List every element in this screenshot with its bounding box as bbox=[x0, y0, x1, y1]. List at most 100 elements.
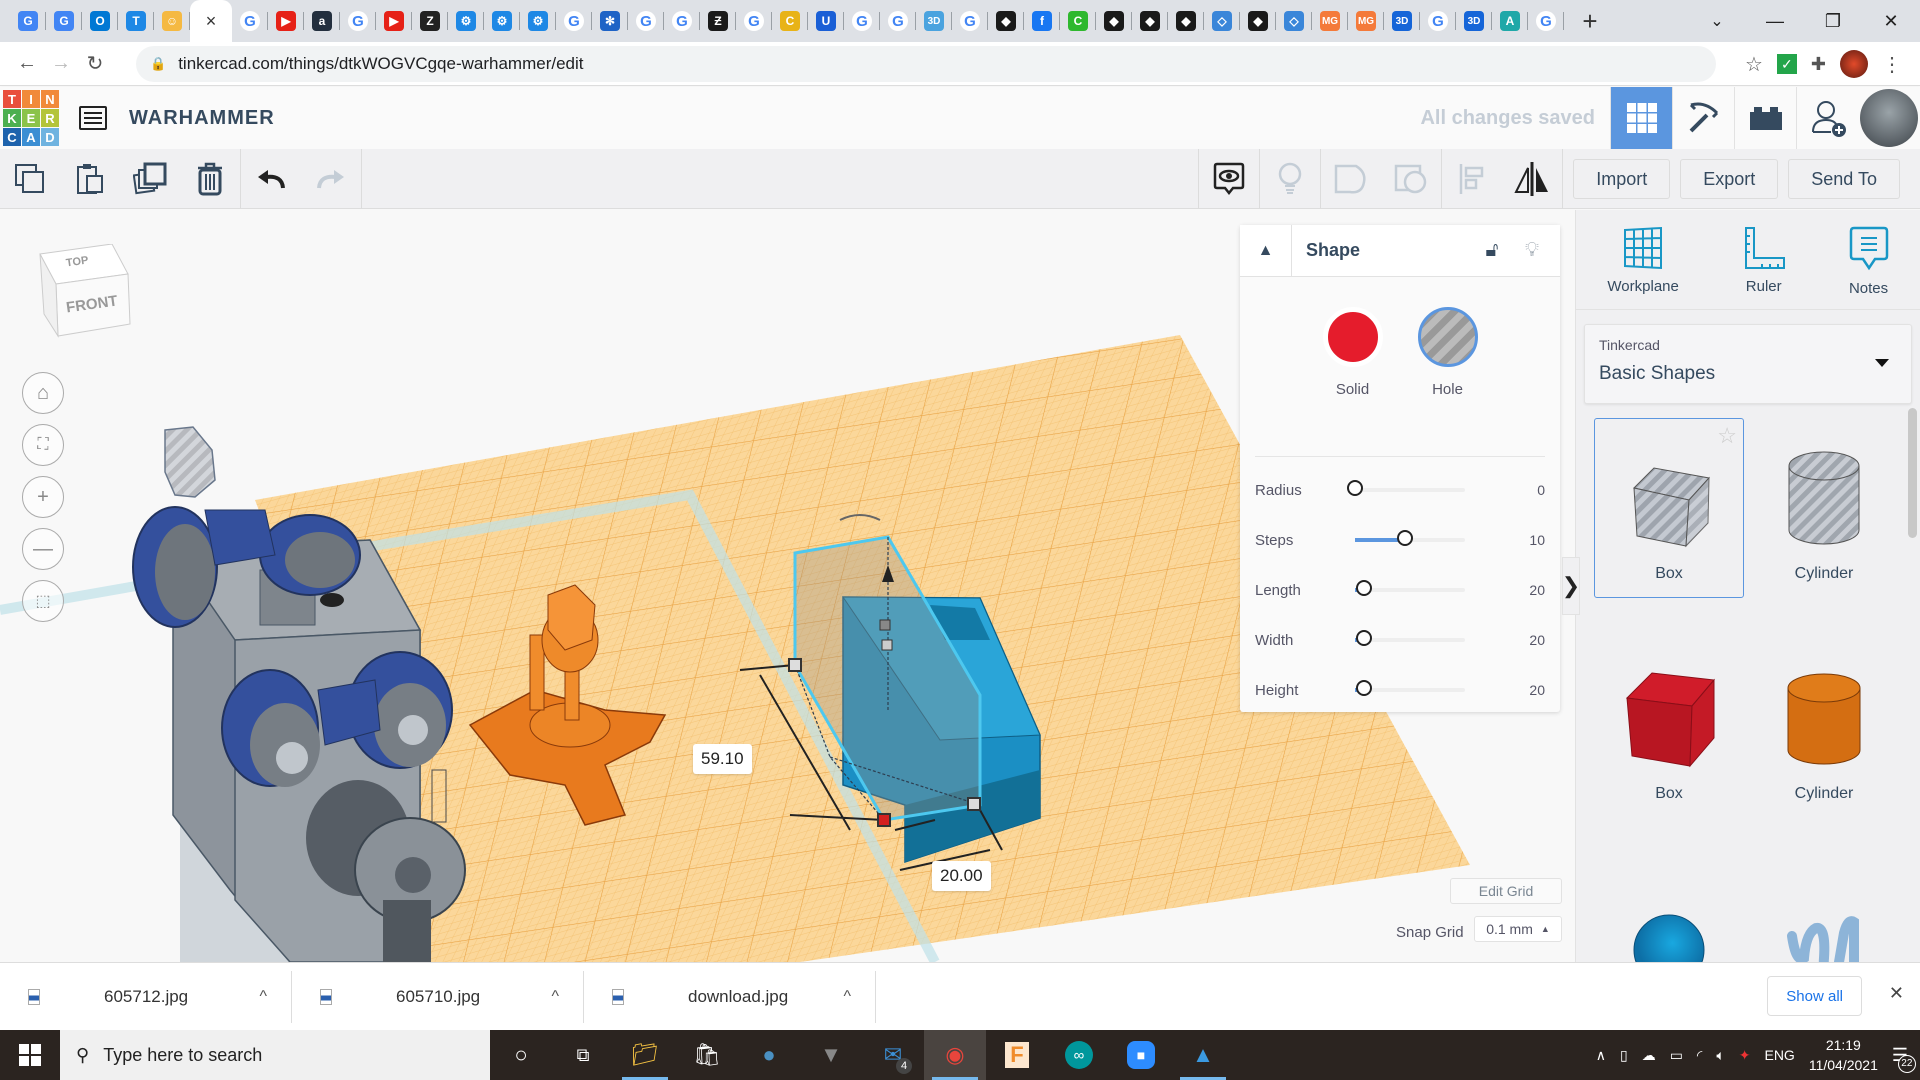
restore-button[interactable]: ❐ bbox=[1804, 11, 1862, 32]
notification-center-icon[interactable]: ☰ 22 bbox=[1892, 1045, 1916, 1073]
shapes-scrollbar[interactable] bbox=[1908, 408, 1917, 538]
param-slider[interactable] bbox=[1355, 680, 1465, 696]
param-value[interactable]: 20 bbox=[1515, 582, 1545, 598]
taskbar-search-box[interactable]: ⚲ Type here to search bbox=[60, 1030, 490, 1080]
language-indicator[interactable]: ENG bbox=[1764, 1047, 1794, 1063]
show-hidden-icons-icon[interactable]: ∧ bbox=[1596, 1047, 1606, 1064]
3d-design-view-button[interactable] bbox=[1610, 87, 1672, 149]
battery-icon[interactable]: ▭ bbox=[1670, 1047, 1683, 1064]
browser-tab[interactable]: 3D bbox=[1456, 0, 1492, 42]
phone-icon[interactable]: ▯ bbox=[1620, 1047, 1628, 1064]
bookmark-star-icon[interactable]: ☆ bbox=[1745, 52, 1763, 77]
browser-tab[interactable]: G bbox=[628, 0, 664, 42]
param-slider[interactable] bbox=[1355, 530, 1465, 546]
snap-grid-select[interactable]: 0.1 mm ▲ bbox=[1474, 916, 1562, 942]
workplane-tool[interactable]: Workplane bbox=[1607, 226, 1679, 309]
zoom-out-button[interactable]: — bbox=[22, 528, 64, 570]
predator-sense-button[interactable]: ▼ bbox=[800, 1030, 862, 1080]
browser-tab[interactable]: C bbox=[772, 0, 808, 42]
ruler-tool[interactable]: Ruler bbox=[1742, 226, 1786, 309]
solid-option[interactable]: Solid bbox=[1322, 307, 1383, 456]
dropbox-icon[interactable]: ✦ bbox=[1739, 1047, 1751, 1064]
width-dimension-label[interactable]: 20.00 bbox=[932, 861, 991, 891]
notes-tool[interactable]: Notes bbox=[1849, 226, 1889, 309]
duplicate-button[interactable] bbox=[120, 149, 180, 209]
browser-tab[interactable]: a bbox=[304, 0, 340, 42]
browser-menu-icon[interactable]: ⋮ bbox=[1882, 52, 1902, 77]
browser-tab[interactable]: ▶ bbox=[268, 0, 304, 42]
slider-knob[interactable] bbox=[1355, 580, 1372, 596]
hole-swatch[interactable] bbox=[1417, 307, 1478, 367]
browser-tab[interactable]: G bbox=[880, 0, 916, 42]
delete-button[interactable] bbox=[180, 149, 240, 209]
browser-tab[interactable]: G bbox=[952, 0, 988, 42]
shape-cylinder-hole[interactable]: Cylinder bbox=[1749, 418, 1899, 598]
slider-knob[interactable] bbox=[1396, 530, 1413, 546]
browser-tab[interactable]: G bbox=[736, 0, 772, 42]
bricks-button[interactable] bbox=[1734, 87, 1796, 149]
browser-tab[interactable]: ⚙ bbox=[520, 0, 556, 42]
perspective-toggle-button[interactable]: ⬚ bbox=[22, 580, 64, 622]
slider-knob[interactable] bbox=[1355, 630, 1372, 646]
download-options-caret-icon[interactable]: ^ bbox=[551, 988, 559, 1006]
back-button[interactable]: ← bbox=[10, 52, 44, 75]
photos-button[interactable]: ▲ bbox=[1172, 1030, 1234, 1080]
shape-cylinder-orange[interactable]: Cylinder bbox=[1749, 638, 1899, 818]
browser-tab[interactable]: G bbox=[232, 0, 268, 42]
browser-tab[interactable]: ◆ bbox=[1096, 0, 1132, 42]
browser-tab[interactable]: ◇ bbox=[1276, 0, 1312, 42]
param-value[interactable]: 10 bbox=[1515, 532, 1545, 548]
browser-tab[interactable]: ◆ bbox=[1240, 0, 1276, 42]
forward-button[interactable]: → bbox=[44, 52, 78, 75]
tab-search-icon[interactable]: ⌄ bbox=[1688, 11, 1746, 31]
browser-tab[interactable]: 3D bbox=[916, 0, 952, 42]
blocks-pickaxe-button[interactable] bbox=[1672, 87, 1734, 149]
new-tab-button[interactable]: + bbox=[1570, 6, 1610, 37]
slider-knob[interactable] bbox=[1347, 480, 1363, 496]
download-options-caret-icon[interactable]: ^ bbox=[843, 988, 851, 1006]
import-button[interactable]: Import bbox=[1573, 159, 1671, 199]
shape-library-dropdown[interactable]: Tinkercad Basic Shapes bbox=[1584, 324, 1912, 404]
param-value[interactable]: 0 bbox=[1515, 482, 1545, 498]
close-icon[interactable]: × bbox=[206, 11, 217, 32]
invite-user-button[interactable] bbox=[1796, 87, 1858, 149]
close-window-button[interactable]: ✕ bbox=[1862, 11, 1920, 32]
download-item[interactable]: 605712.jpg ^ bbox=[0, 970, 292, 1023]
param-slider[interactable] bbox=[1355, 580, 1465, 596]
show-all-button[interactable] bbox=[1260, 149, 1320, 209]
edit-grid-button[interactable]: Edit Grid bbox=[1450, 878, 1562, 904]
browser-tab[interactable]: A bbox=[1492, 0, 1528, 42]
mail-button[interactable]: ✉ 4 bbox=[862, 1030, 924, 1080]
browser-tab[interactable]: ☺ bbox=[154, 0, 190, 42]
user-avatar[interactable] bbox=[1860, 89, 1918, 147]
file-explorer-button[interactable]: 📁︎ bbox=[614, 1030, 676, 1080]
undo-button[interactable] bbox=[241, 149, 301, 209]
browser-tab[interactable]: G bbox=[46, 0, 82, 42]
paste-button[interactable] bbox=[60, 149, 120, 209]
start-button[interactable] bbox=[0, 1030, 60, 1080]
browser-tab[interactable]: ◆ bbox=[988, 0, 1024, 42]
browser-tab[interactable]: ◇ bbox=[1204, 0, 1240, 42]
shape-box-hole[interactable]: ☆ Box bbox=[1594, 418, 1744, 598]
extension-check-icon[interactable]: ✓ bbox=[1776, 54, 1797, 74]
download-item[interactable]: 605710.jpg ^ bbox=[292, 970, 584, 1023]
export-button[interactable]: Export bbox=[1680, 159, 1779, 199]
volume-icon[interactable]: 🔈︎ bbox=[1716, 1047, 1724, 1064]
browser-tab[interactable]: G bbox=[1420, 0, 1456, 42]
browser-tab[interactable]: MG bbox=[1312, 0, 1348, 42]
browser-tab[interactable]: ✻ bbox=[592, 0, 628, 42]
browser-tab[interactable]: G bbox=[10, 0, 46, 42]
show-all-downloads-button[interactable]: Show all bbox=[1767, 976, 1862, 1016]
notes-visibility-button[interactable] bbox=[1199, 149, 1259, 209]
microsoft-store-button[interactable]: 🛍︎ bbox=[676, 1030, 738, 1080]
browser-tab[interactable]: ⚙ bbox=[484, 0, 520, 42]
param-slider[interactable] bbox=[1347, 480, 1465, 496]
browser-tab[interactable]: C bbox=[1060, 0, 1096, 42]
fit-all-button[interactable]: ⛶ bbox=[22, 424, 64, 466]
browser-tab[interactable]: Z bbox=[412, 0, 448, 42]
arduino-button[interactable]: ∞ bbox=[1048, 1030, 1110, 1080]
align-button[interactable] bbox=[1442, 149, 1502, 209]
hide-toggle-button[interactable]: 💡︎ bbox=[1512, 239, 1552, 262]
slider-knob[interactable] bbox=[1355, 680, 1372, 696]
collapse-inspector-button[interactable]: ▲ bbox=[1240, 224, 1292, 277]
